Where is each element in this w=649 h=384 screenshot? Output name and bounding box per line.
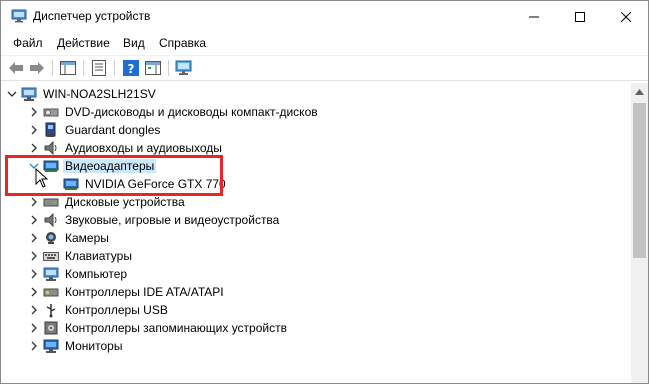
forward-arrow-icon: [30, 62, 44, 74]
expand-chevron-icon[interactable]: [27, 103, 41, 121]
back-arrow-icon: [9, 62, 23, 74]
expand-chevron-icon[interactable]: [27, 211, 41, 229]
tree-item-label: Дисковые устройства: [65, 195, 185, 209]
device-manager-window: Диспетчер устройств Файл Действие Вид Сп…: [0, 0, 649, 384]
properties-icon: [92, 60, 106, 76]
expand-chevron-icon[interactable]: [27, 229, 41, 247]
tree-root-node[interactable]: WIN-NOA2SLH21SV: [5, 85, 158, 103]
keyboard-icon: [43, 248, 59, 264]
tree-item-label: Мониторы: [65, 339, 123, 353]
tree-item-dvd[interactable]: DVD-дисководы и дисководы компакт-дисков: [27, 103, 320, 121]
monitor-icon: [43, 338, 59, 354]
minimize-icon: [529, 16, 539, 17]
menu-help[interactable]: Справка: [159, 36, 206, 50]
maximize-icon: [575, 11, 585, 22]
tree-item-keyboards[interactable]: Клавиатуры: [27, 247, 134, 265]
close-icon: [621, 11, 631, 22]
tree-item-label: Звуковые, игровые и видеоустройства: [65, 213, 280, 227]
device-manager-app-icon: [11, 9, 27, 23]
tree-item-label: DVD-дисководы и дисководы компакт-дисков: [65, 105, 318, 119]
tree-item-cameras[interactable]: Камеры: [27, 229, 111, 247]
tree-item-ide-ata-atapi[interactable]: Контроллеры IDE ATA/ATAPI: [27, 283, 226, 301]
expand-chevron-icon[interactable]: [27, 121, 41, 139]
expand-chevron-icon[interactable]: [27, 337, 41, 355]
speaker-icon: [43, 140, 59, 156]
menu-file[interactable]: Файл: [13, 36, 43, 50]
tree-item-label: Камеры: [65, 231, 109, 245]
toolbar-separator: [114, 60, 115, 76]
scroll-up-arrow-icon: [635, 88, 644, 95]
mouse-cursor-icon: [35, 168, 49, 188]
show-hide-console-tree-button[interactable]: [59, 59, 77, 77]
scroll-up-button[interactable]: [631, 83, 648, 100]
tree-item-computer[interactable]: Компьютер: [27, 265, 129, 283]
maximize-button[interactable]: [557, 1, 603, 32]
vertical-scrollbar[interactable]: [631, 83, 648, 383]
toolbar-separator: [168, 60, 169, 76]
toolbar-separator: [83, 60, 84, 76]
ide-controller-icon: [43, 284, 59, 300]
tree-item-sound-video-game[interactable]: Звуковые, игровые и видеоустройства: [27, 211, 281, 229]
toolbar-separator: [52, 60, 53, 76]
window-title: Диспетчер устройств: [33, 9, 151, 23]
collapse-chevron-icon[interactable]: [5, 85, 19, 103]
action-pane-button[interactable]: [144, 59, 162, 77]
title-bar[interactable]: Диспетчер устройств: [1, 1, 648, 32]
speaker-icon: [43, 212, 59, 228]
svg-text:?: ?: [128, 62, 135, 76]
expand-chevron-icon[interactable]: [27, 283, 41, 301]
computer-icon: [43, 266, 59, 282]
help-button[interactable]: ?: [122, 59, 140, 77]
menu-view[interactable]: Вид: [123, 36, 145, 50]
device-tree[interactable]: WIN-NOA2SLH21SV DVD-дисководы и дисковод…: [3, 83, 631, 383]
tree-item-label: Аудиовходы и аудиовыходы: [65, 141, 222, 155]
disk-drive-icon: [43, 194, 59, 210]
scan-hardware-monitor-icon: [175, 60, 192, 75]
tree-item-monitors[interactable]: Мониторы: [27, 337, 124, 355]
expand-chevron-icon[interactable]: [27, 319, 41, 337]
console-tree-icon: [60, 61, 76, 75]
scroll-thumb[interactable]: [633, 103, 646, 258]
tree-item-guardant-dongles[interactable]: Guardant dongles: [27, 121, 162, 139]
tree-item-label: Клавиатуры: [65, 249, 132, 263]
tree-item-label: Контроллеры USB: [65, 303, 168, 317]
tree-item-label: Контроллеры запоминающих устройств: [65, 321, 287, 335]
dongle-icon: [43, 122, 59, 138]
tree-item-usb-controllers[interactable]: Контроллеры USB: [27, 301, 170, 319]
usb-controller-icon: [43, 302, 59, 318]
forward-button[interactable]: [28, 59, 46, 77]
help-icon: ?: [123, 60, 139, 76]
expand-chevron-icon[interactable]: [27, 247, 41, 265]
tree-root-label: WIN-NOA2SLH21SV: [43, 87, 156, 101]
menu-action[interactable]: Действие: [57, 36, 110, 50]
close-button[interactable]: [603, 1, 649, 32]
tree-item-storage-controllers[interactable]: Контроллеры запоминающих устройств: [27, 319, 289, 337]
expand-chevron-icon[interactable]: [27, 265, 41, 283]
expand-chevron-icon[interactable]: [27, 301, 41, 319]
tree-item-label: Компьютер: [65, 267, 128, 281]
minimize-button[interactable]: [511, 1, 557, 32]
camera-icon: [43, 230, 59, 246]
tree-item-label: Контроллеры IDE ATA/ATAPI: [65, 285, 224, 299]
storage-controller-icon: [43, 320, 59, 336]
back-button[interactable]: [7, 59, 25, 77]
computer-icon: [21, 86, 37, 102]
properties-button[interactable]: [90, 59, 108, 77]
toolbar: ?: [1, 55, 648, 81]
dvd-drive-icon: [43, 104, 59, 120]
action-pane-icon: [145, 61, 161, 75]
scan-hardware-button[interactable]: [175, 59, 193, 77]
tree-item-label: Guardant dongles: [65, 123, 161, 137]
menu-bar: Файл Действие Вид Справка: [1, 33, 648, 53]
